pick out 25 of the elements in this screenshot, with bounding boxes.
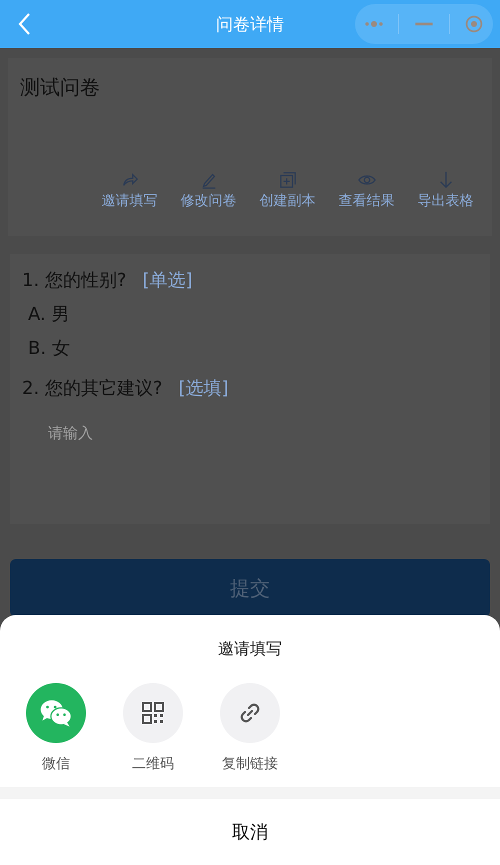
action-button[interactable]: 邀请填写 — [91, 171, 168, 210]
share-option-label: 二维码 — [132, 755, 174, 773]
answer-option[interactable]: A. 男 — [28, 302, 70, 326]
chat-bubbles-icon — [39, 698, 73, 728]
page-title: 问卷详情 — [216, 14, 284, 36]
question-text: 2. 您的其它建议? — [22, 377, 162, 400]
answer-option[interactable]: B. 女 — [28, 336, 70, 360]
action-button[interactable]: 导出表格 — [407, 171, 484, 210]
action-button[interactable]: 查看结果 — [328, 171, 405, 210]
share-option-label: 复制链接 — [222, 755, 278, 773]
question-tag: [选填] — [178, 376, 228, 400]
answer-field[interactable]: 请输入 — [22, 412, 490, 454]
back-icon[interactable] — [17, 12, 31, 36]
action-button[interactable]: 修改问卷 — [170, 171, 247, 210]
survey-title: 测试问卷 — [20, 74, 100, 101]
link-icon — [238, 701, 262, 725]
copy-icon — [278, 171, 296, 189]
qr-code-icon — [141, 701, 165, 725]
question-text: 1. 您的性别? — [22, 269, 126, 292]
share-option-label: 微信 — [42, 755, 70, 773]
sheet-title: 邀请填写 — [218, 639, 282, 660]
pencil-icon — [200, 171, 218, 189]
submit-button[interactable]: 提交 — [10, 559, 490, 617]
question-tag: [单选] — [142, 268, 192, 292]
action-button[interactable]: 创建副本 — [249, 171, 326, 210]
